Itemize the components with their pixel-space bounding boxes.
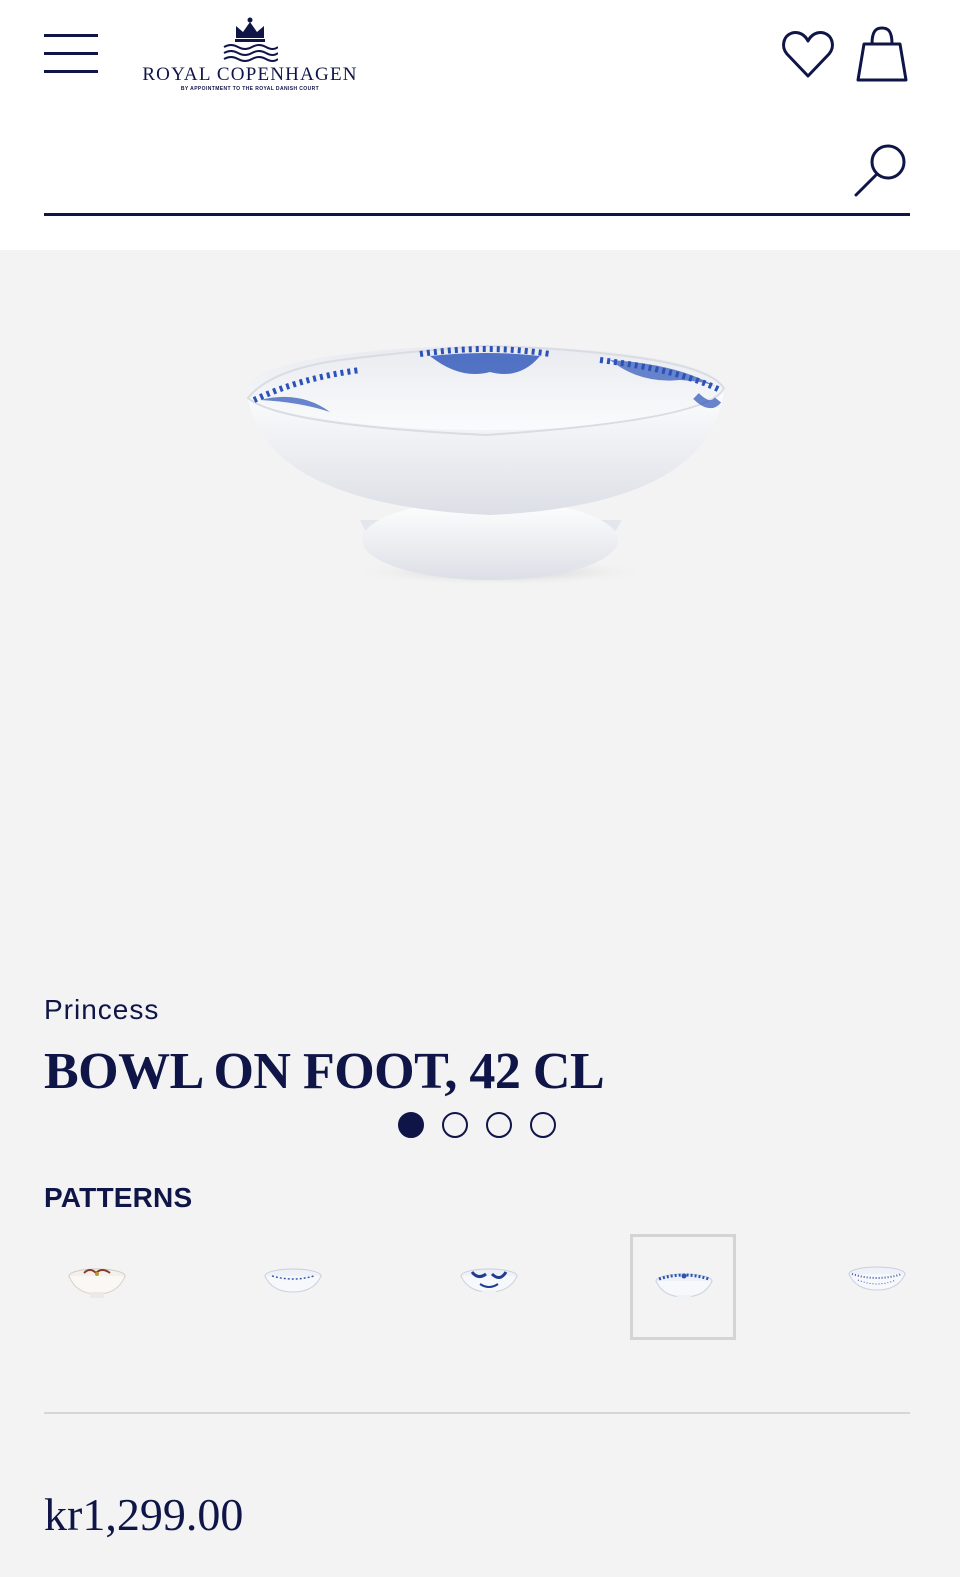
patterns-list: [44, 1234, 960, 1342]
product-image: [246, 344, 726, 586]
pattern-thumbnail: [655, 1273, 713, 1301]
pattern-thumbnail: [68, 1268, 126, 1298]
pattern-thumbnail: [264, 1268, 322, 1293]
shopping-bag-icon: [856, 26, 908, 82]
product-image-gallery[interactable]: [0, 250, 960, 1138]
pattern-swatch-star-fluted-christmas[interactable]: [46, 1234, 152, 1340]
search-icon: [854, 144, 906, 197]
gallery-dot-3[interactable]: [486, 1112, 512, 1138]
brand-name: ROYAL COPENHAGEN: [142, 64, 358, 85]
menu-icon-line: [44, 52, 98, 55]
shopping-bag-button[interactable]: [854, 24, 910, 84]
menu-icon-line: [44, 70, 98, 73]
product-price: kr1,299.00: [44, 1489, 244, 1540]
patterns-heading: PATTERNS: [44, 1182, 193, 1213]
search-bar: [44, 130, 910, 216]
gallery-pagination: [396, 1112, 576, 1140]
pattern-swatch-blue-fluted-full-lace[interactable]: [826, 1234, 932, 1340]
crown-logo-icon: [223, 17, 278, 62]
menu-icon[interactable]: [44, 34, 98, 76]
product-title: BOWL ON FOOT, 42 CL: [44, 1043, 605, 1100]
heart-icon: [782, 31, 834, 78]
gallery-dot-4[interactable]: [530, 1112, 556, 1138]
brand-logo[interactable]: ROYAL COPENHAGEN BY APPOINTMENT TO THE R…: [130, 16, 370, 96]
search-button[interactable]: [850, 140, 910, 200]
menu-icon-line: [44, 34, 98, 37]
pattern-swatch-blue-fluted-plain[interactable]: [242, 1234, 348, 1340]
pattern-swatch-princess[interactable]: [630, 1234, 736, 1340]
gallery-dot-1[interactable]: [398, 1112, 424, 1138]
wishlist-button[interactable]: [780, 28, 836, 82]
search-input[interactable]: [44, 140, 834, 200]
site-header: ROYAL COPENHAGEN BY APPOINTMENT TO THE R…: [0, 0, 960, 250]
pattern-swatch-blue-fluted-mega[interactable]: [438, 1234, 544, 1340]
pattern-thumbnail: [848, 1266, 906, 1291]
section-divider: [44, 1412, 910, 1414]
gallery-dot-2[interactable]: [442, 1112, 468, 1138]
pattern-thumbnail: [460, 1268, 518, 1298]
product-collection[interactable]: Princess: [44, 994, 159, 1026]
brand-tagline: BY APPOINTMENT TO THE ROYAL DANISH COURT: [180, 86, 320, 92]
